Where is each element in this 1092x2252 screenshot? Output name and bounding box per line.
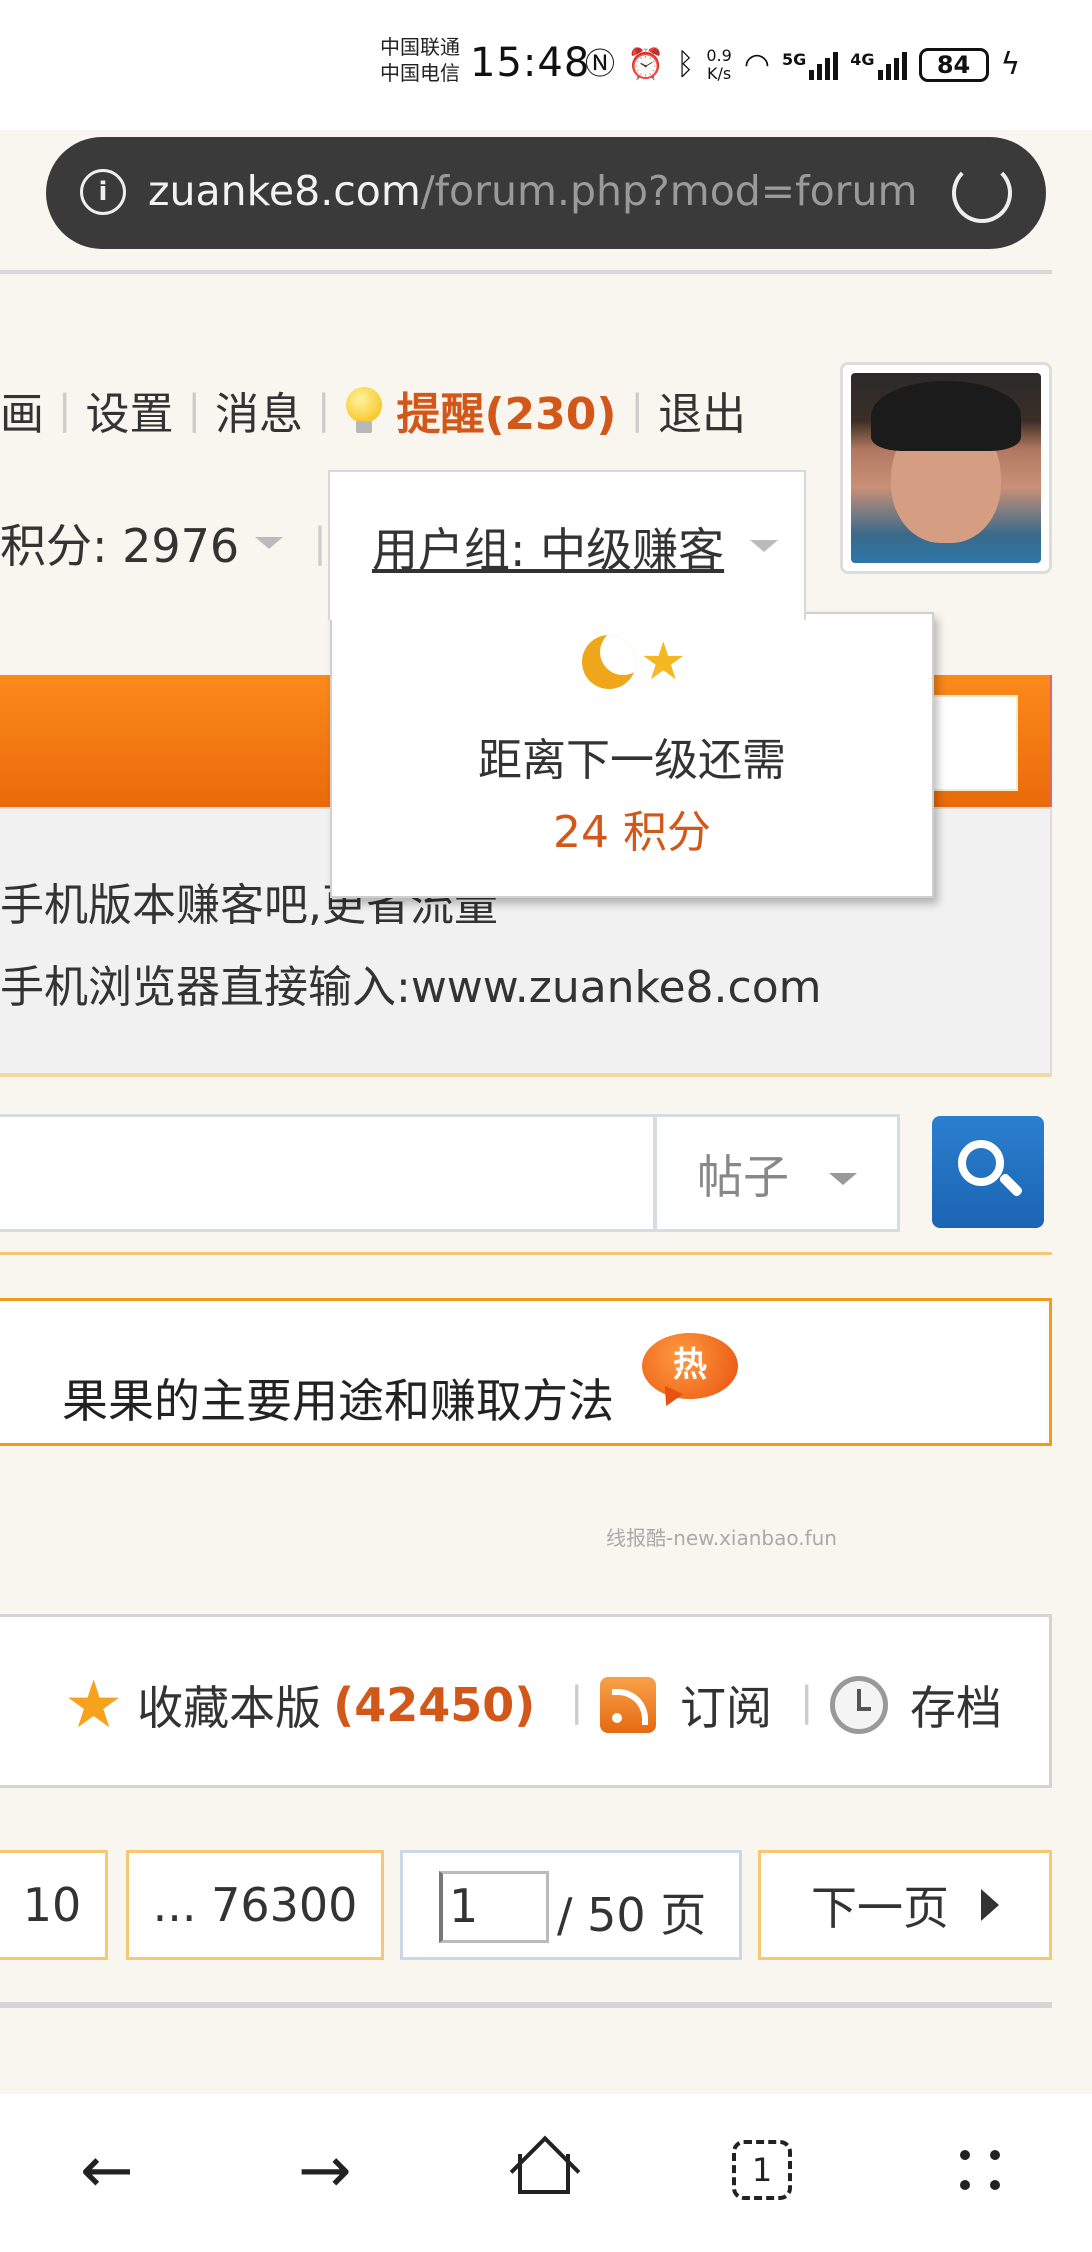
notice-line-2: 手机浏览器直接输入:www.zuanke8.com	[0, 962, 822, 1013]
nav-separator: |	[316, 387, 331, 433]
avatar-image	[851, 373, 1041, 563]
charging-icon: ϟ	[1000, 47, 1021, 82]
divider	[0, 2002, 1052, 2008]
carrier-names: 中国联通 中国电信	[380, 34, 460, 86]
user-nav: 画 | 设置 | 消息 | 提醒(230) | 退出	[0, 380, 746, 440]
popup-points: 24 积分	[553, 807, 711, 858]
clock-icon	[830, 1676, 888, 1734]
page-total: / 50 页	[557, 1888, 707, 1942]
url-bar[interactable]: i zuanke8.com/forum.php?mod=forum	[46, 137, 1046, 249]
divider	[0, 270, 1052, 274]
status-time: 15:48	[470, 40, 591, 86]
next-page-button[interactable]: 下一页	[758, 1850, 1052, 1960]
bulb-icon	[344, 385, 384, 435]
menu-icon[interactable]	[940, 2134, 1020, 2214]
reload-icon[interactable]	[952, 163, 1012, 223]
nav-separator: |	[313, 520, 327, 566]
logout-link[interactable]: 退出	[658, 378, 746, 442]
search-type-label: 帖子	[697, 1150, 789, 1204]
nav-separator: |	[187, 387, 201, 433]
nav-item-partial[interactable]: 画	[0, 378, 44, 442]
chevron-down-icon	[829, 1173, 857, 1185]
watermark: 线报酷-new.xianbao.fun	[606, 1526, 837, 1550]
subscribe-button[interactable]: 订阅	[600, 1675, 772, 1735]
page-number-input[interactable]: 1	[439, 1871, 549, 1943]
signal-4g-label: 4G	[850, 50, 875, 69]
popup-text: 距离下一级还需	[478, 735, 786, 786]
back-arrow-icon[interactable]	[70, 2134, 150, 2214]
chevron-down-icon[interactable]	[750, 540, 778, 552]
next-page-label: 下一页	[811, 1881, 949, 1935]
credits-row: 积分: 2976 |	[0, 510, 327, 576]
star-icon: ★	[64, 1666, 124, 1743]
tabs-button[interactable]: 1	[722, 2134, 802, 2214]
signal-4g-icon: 4G	[850, 50, 907, 80]
url-text[interactable]: zuanke8.com/forum.php?mod=forum	[148, 167, 917, 215]
forum-actions: ★ 收藏本版 (42450) | 订阅 | 存档	[0, 1614, 1052, 1788]
credits-link[interactable]: 积分: 2976	[0, 510, 239, 576]
carrier-2: 中国电信	[380, 61, 460, 85]
battery-icon: 84	[918, 48, 989, 82]
nfc-icon: Ⓝ	[585, 47, 615, 82]
divider	[0, 1252, 1052, 1255]
action-separator: |	[800, 1679, 814, 1725]
search-icon	[958, 1140, 1004, 1186]
favorite-button[interactable]: ★ 收藏本版 (42450)	[64, 1666, 536, 1743]
remind-link[interactable]: 提醒(230)	[396, 378, 616, 442]
hot-banner-link[interactable]: 果果的主要用途和赚取方法	[62, 1365, 614, 1431]
net-speed-unit: K/s	[706, 64, 732, 83]
url-path: /forum.php?mod=forum	[420, 167, 918, 215]
signal-5g-label: 5G	[782, 50, 807, 69]
status-bar: 中国联通 中国电信 15:48 Ⓝ ⏰ ᛒ 0.9 K/s ◠ 5G 4G 84…	[0, 0, 1092, 130]
status-icons: Ⓝ ⏰ ᛒ 0.9 K/s ◠ 5G 4G 84 ϟ	[585, 40, 1020, 90]
favorite-label: 收藏本版	[137, 1681, 322, 1735]
url-host: zuanke8.com	[148, 167, 421, 215]
net-speed-value: 0.9	[706, 46, 732, 65]
nav-separator: |	[58, 387, 72, 433]
carrier-1: 中国联通	[380, 35, 460, 59]
forward-arrow-icon[interactable]	[288, 2134, 368, 2214]
hot-badge-icon: 热	[642, 1333, 738, 1399]
moon-icon	[582, 635, 636, 689]
tabs-icon: 1	[732, 2140, 792, 2200]
nav-separator: |	[630, 387, 645, 433]
rss-icon	[600, 1677, 656, 1733]
archive-button[interactable]: 存档	[830, 1675, 1002, 1735]
bluetooth-icon: ᛒ	[676, 47, 695, 82]
hot-banner[interactable]: 果果的主要用途和赚取方法 热	[0, 1298, 1052, 1446]
info-icon[interactable]: i	[80, 169, 126, 215]
page-jump: 1 / 50 页	[400, 1850, 742, 1960]
user-group-link[interactable]: 用户组: 中级赚客	[372, 514, 724, 580]
subscribe-label: 订阅	[680, 1681, 772, 1735]
settings-link[interactable]: 设置	[85, 378, 173, 442]
user-group-tab[interactable]: 用户组: 中级赚客	[328, 470, 806, 620]
wifi-icon: ◠	[743, 47, 770, 82]
signal-5g-icon: 5G	[782, 50, 839, 80]
star-icon: ★	[640, 632, 687, 692]
search-button[interactable]	[932, 1116, 1044, 1228]
chevron-down-icon[interactable]	[255, 537, 284, 549]
browser-toolbar: 1	[0, 2094, 1092, 2252]
alarm-icon: ⏰	[627, 47, 665, 82]
favorite-count: (42450)	[333, 1678, 536, 1732]
chevron-right-icon	[981, 1889, 999, 1921]
archive-label: 存档	[910, 1681, 1002, 1735]
net-speed: 0.9 K/s	[706, 47, 731, 83]
page-link-last[interactable]: ... 76300	[126, 1850, 384, 1960]
messages-link[interactable]: 消息	[215, 378, 303, 442]
action-separator: |	[570, 1679, 584, 1725]
home-icon[interactable]	[504, 2134, 584, 2214]
avatar[interactable]	[840, 362, 1052, 574]
page-link-10[interactable]: 10	[0, 1850, 108, 1960]
level-icons: ★	[582, 632, 687, 692]
search-input[interactable]	[0, 1114, 656, 1232]
search-type-select[interactable]: 帖子	[654, 1114, 900, 1232]
level-popup: ★ 距离下一级还需 24 积分	[330, 612, 934, 898]
